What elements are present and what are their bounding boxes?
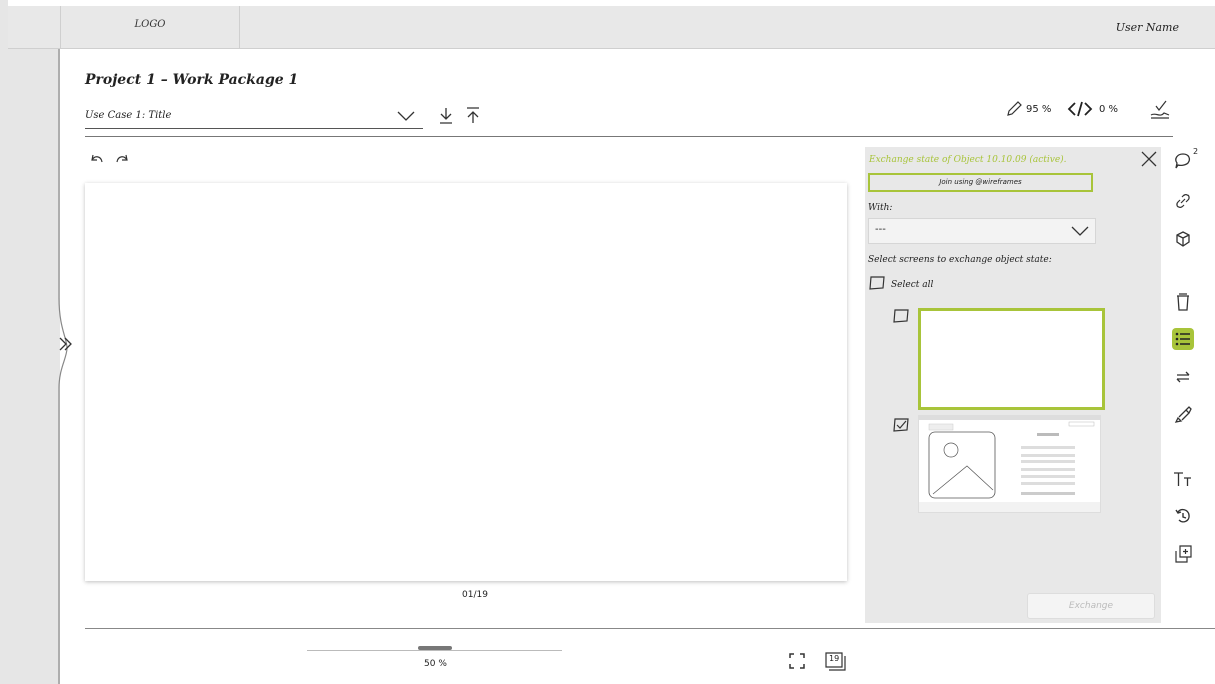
double-chevron-right-icon xyxy=(59,337,72,351)
undo-icon xyxy=(91,154,103,163)
checkbox-empty-icon xyxy=(869,276,885,290)
code-progress-button[interactable] xyxy=(1067,99,1093,119)
pencil-icon xyxy=(1007,101,1022,116)
screen-canvas[interactable] xyxy=(85,183,847,581)
page-indicator: 01/19 xyxy=(462,590,488,600)
toolbar-divider xyxy=(85,136,1173,137)
zoom-slider-thumb[interactable] xyxy=(418,646,452,650)
zoom-label: 50 % xyxy=(424,659,447,669)
sidebar-edge xyxy=(58,48,68,684)
redo-icon xyxy=(116,154,128,163)
exchange-button[interactable]: Exchange xyxy=(1027,593,1155,619)
cube-icon xyxy=(1176,231,1190,247)
chevron-down-icon xyxy=(397,111,415,121)
close-panel-button[interactable] xyxy=(1139,149,1159,169)
top-bar: LOGO User Name xyxy=(8,6,1215,49)
comments-button[interactable]: 2 xyxy=(1172,147,1198,172)
page-overview-button[interactable]: 19 xyxy=(823,650,847,672)
object-button[interactable] xyxy=(1172,228,1194,250)
fullscreen-button[interactable] xyxy=(788,652,806,670)
expand-sidebar-button[interactable] xyxy=(56,334,76,354)
layers-button[interactable] xyxy=(1172,543,1194,565)
left-sidebar-collapsed xyxy=(8,48,60,684)
chevron-down-icon xyxy=(1071,226,1089,236)
delete-button[interactable] xyxy=(1172,291,1194,313)
code-percent: 0 % xyxy=(1099,104,1119,115)
add-layer-icon xyxy=(1175,545,1192,563)
text-size-button[interactable] xyxy=(1172,468,1194,490)
with-label: With: xyxy=(868,203,893,213)
checkbox-empty-icon xyxy=(893,309,909,323)
with-select-value: --- xyxy=(875,224,886,235)
list-button-active[interactable] xyxy=(1172,328,1194,350)
upload-icon xyxy=(467,107,479,123)
screen-2-checkbox[interactable] xyxy=(892,417,910,433)
history-button[interactable] xyxy=(1172,505,1194,527)
swap-arrows-icon xyxy=(1176,371,1190,383)
join-link[interactable]: Join using @wireframes xyxy=(868,173,1093,192)
download-icon xyxy=(440,108,452,124)
signature-check-icon xyxy=(1150,100,1170,119)
style-button[interactable] xyxy=(1172,404,1194,426)
exchange-state-panel: Exchange state of Object 10.10.09 (activ… xyxy=(865,147,1161,623)
window-left-edge xyxy=(0,0,8,684)
use-case-select-value: Use Case 1: Title xyxy=(85,110,172,121)
use-case-select[interactable]: Use Case 1: Title xyxy=(85,106,423,129)
trash-icon xyxy=(1177,293,1189,311)
page-title: Project 1 – Work Package 1 xyxy=(85,72,299,88)
exchange-toggle-button[interactable] xyxy=(1172,366,1194,388)
fullscreen-icon xyxy=(789,653,805,669)
user-name[interactable]: User Name xyxy=(1116,21,1179,34)
zoom-slider-track[interactable] xyxy=(307,650,562,651)
screen-thumbnail-1[interactable] xyxy=(918,308,1105,410)
comments-badge: 2 xyxy=(1193,147,1199,156)
paintbrush-icon xyxy=(1174,406,1192,423)
link-button[interactable] xyxy=(1172,190,1194,212)
logo-box[interactable]: LOGO xyxy=(60,6,240,48)
link-icon xyxy=(1176,193,1190,209)
redo-button[interactable] xyxy=(114,152,130,166)
page-count: 19 xyxy=(829,654,840,663)
history-icon xyxy=(1175,508,1190,523)
undo-button[interactable] xyxy=(89,152,105,166)
approve-button[interactable] xyxy=(1148,98,1172,122)
screen-thumbnail-2[interactable] xyxy=(918,415,1101,513)
code-icon xyxy=(1067,101,1093,117)
edit-percent: 95 % xyxy=(1026,104,1052,115)
select-all-label: Select all xyxy=(891,280,934,290)
checkbox-checked-icon xyxy=(893,418,909,432)
close-icon xyxy=(1141,151,1157,167)
panel-title: Exchange state of Object 10.10.09 (activ… xyxy=(869,155,1067,165)
list-icon xyxy=(1175,332,1190,346)
speech-bubble-icon xyxy=(1175,153,1190,169)
download-button[interactable] xyxy=(437,106,455,126)
select-screens-label: Select screens to exchange object state: xyxy=(868,255,1052,265)
with-select[interactable]: --- xyxy=(868,218,1096,244)
bottom-divider xyxy=(85,628,1215,629)
upload-button[interactable] xyxy=(464,106,482,126)
screen-preview-image xyxy=(919,416,1100,512)
edit-progress-button[interactable] xyxy=(1005,100,1023,118)
screen-1-checkbox[interactable] xyxy=(892,308,910,324)
text-size-icon xyxy=(1174,472,1191,486)
select-all-checkbox[interactable] xyxy=(868,275,886,291)
logo: LOGO xyxy=(134,19,166,30)
